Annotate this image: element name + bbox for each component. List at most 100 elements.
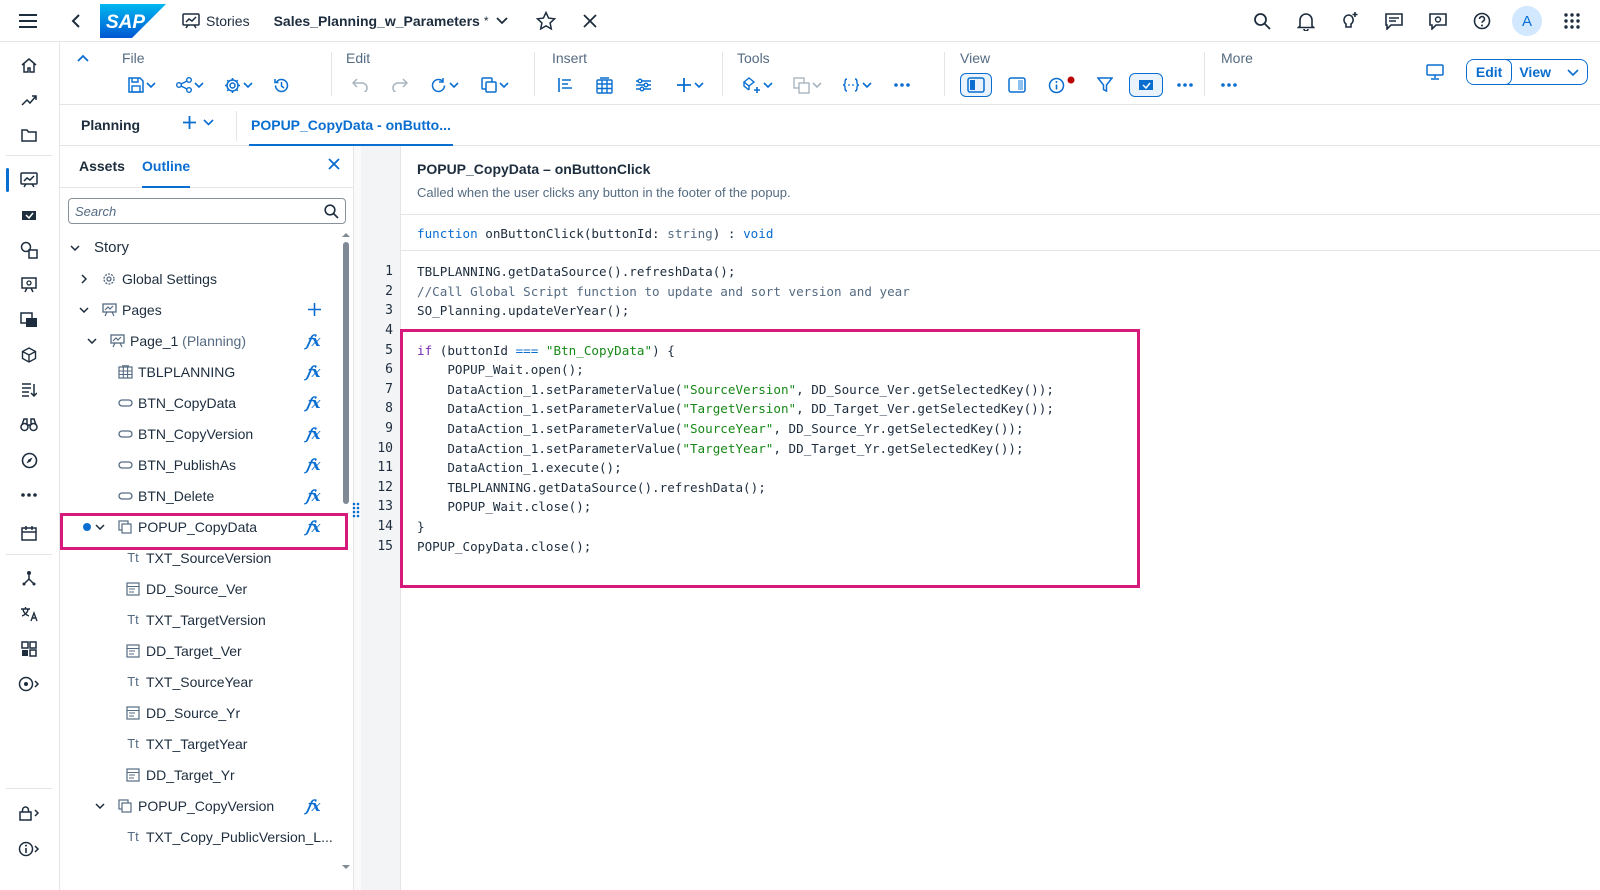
tree-node-btn-copydata[interactable]: BTN_CopyData 𝑓x bbox=[60, 387, 340, 418]
tree-node-dd-source-yr[interactable]: DD_Source_Yr bbox=[60, 697, 340, 728]
fx-icon[interactable]: 𝑓x bbox=[306, 797, 321, 815]
digital-boardroom-icon[interactable] bbox=[0, 269, 58, 301]
chevron-down-icon[interactable] bbox=[68, 241, 82, 255]
system-icon[interactable] bbox=[0, 668, 58, 700]
scrollbar-thumb[interactable] bbox=[343, 242, 349, 504]
data-actions-icon[interactable] bbox=[0, 374, 58, 406]
tree-node-btn-publishas[interactable]: BTN_PublishAs 𝑓x bbox=[60, 449, 340, 480]
tree-node-pages[interactable]: Pages bbox=[60, 294, 340, 325]
tree-node-txt-targetversion[interactable]: Tt TXT_TargetVersion bbox=[60, 604, 340, 635]
script-variable-button[interactable] bbox=[836, 72, 878, 98]
stories-link[interactable]: Stories bbox=[182, 13, 250, 29]
collapse-toolbar-icon[interactable] bbox=[77, 54, 89, 62]
view-overflow-button[interactable] bbox=[1171, 72, 1199, 98]
favorite-star-icon[interactable] bbox=[526, 1, 566, 41]
tree-node-txt-sourceyear[interactable]: Tt TXT_SourceYear bbox=[60, 666, 340, 697]
refresh-button[interactable] bbox=[424, 72, 465, 98]
folder-icon[interactable] bbox=[0, 119, 58, 151]
save-button[interactable] bbox=[122, 72, 162, 98]
chevron-right-icon[interactable] bbox=[77, 272, 91, 286]
drag-handle-icon[interactable] bbox=[352, 502, 360, 518]
fx-icon[interactable]: 𝑓x bbox=[306, 394, 321, 412]
tools-add-button[interactable] bbox=[737, 72, 779, 98]
data-analyzer-icon[interactable] bbox=[0, 234, 58, 266]
tree-node-dd-target-yr[interactable]: DD_Target_Yr bbox=[60, 759, 340, 790]
security-icon[interactable] bbox=[0, 797, 58, 829]
more-icon[interactable] bbox=[0, 479, 58, 511]
bell-icon[interactable] bbox=[1286, 1, 1326, 41]
discussions-icon[interactable] bbox=[1374, 1, 1414, 41]
search-icon[interactable] bbox=[1242, 1, 1282, 41]
trend-icon[interactable] bbox=[0, 84, 58, 116]
tab-planning[interactable]: Planning bbox=[81, 117, 140, 133]
share-button[interactable] bbox=[170, 72, 210, 98]
tree-node-btn-copyversion[interactable]: BTN_CopyVersion 𝑓x bbox=[60, 418, 340, 449]
preview-toggle[interactable] bbox=[1129, 73, 1163, 97]
analytic-app-icon[interactable] bbox=[0, 199, 58, 231]
menu-icon[interactable] bbox=[8, 1, 48, 41]
chevron-down-icon[interactable] bbox=[93, 799, 107, 813]
binoculars-icon[interactable] bbox=[0, 409, 58, 441]
chevron-down-icon[interactable] bbox=[85, 334, 99, 348]
fx-icon[interactable]: 𝑓x bbox=[306, 332, 321, 350]
story-title[interactable]: Sales_Planning_w_Parameters * bbox=[274, 13, 509, 29]
tools-copy-button[interactable] bbox=[787, 72, 828, 98]
right-panel-toggle[interactable] bbox=[1002, 72, 1032, 98]
filter-button[interactable] bbox=[1091, 72, 1119, 98]
history-button[interactable] bbox=[267, 72, 296, 98]
tree-node-txt-copy-publicversion[interactable]: Tt TXT_Copy_PublicVersion_L... bbox=[60, 821, 340, 852]
redo-button[interactable] bbox=[386, 72, 414, 98]
tree-node-tblplanning[interactable]: TBLPLANNING 𝑓x bbox=[60, 356, 340, 387]
close-icon[interactable] bbox=[570, 1, 610, 41]
outline-scrollbar[interactable] bbox=[341, 232, 351, 882]
fx-icon[interactable]: 𝑓x bbox=[306, 456, 321, 474]
sap-logo[interactable]: SAP bbox=[100, 3, 166, 38]
edit-mode-button[interactable]: Edit bbox=[1466, 60, 1513, 84]
splitter[interactable] bbox=[354, 146, 361, 890]
compass-icon[interactable] bbox=[0, 444, 58, 476]
translation-icon[interactable] bbox=[0, 598, 58, 630]
info-icon[interactable] bbox=[0, 833, 58, 865]
avatar[interactable]: A bbox=[1512, 6, 1542, 36]
product-switch-icon[interactable] bbox=[1552, 1, 1592, 41]
tree-node-btn-delete[interactable]: BTN_Delete 𝑓x bbox=[60, 480, 340, 511]
insert-chart-button[interactable] bbox=[552, 72, 580, 98]
tree-node-dd-target-ver[interactable]: DD_Target_Ver bbox=[60, 635, 340, 666]
tab-assets[interactable]: Assets bbox=[79, 158, 125, 174]
tab-script-editor[interactable]: POPUP_CopyData - onButto... bbox=[249, 105, 453, 146]
fx-icon[interactable]: 𝑓x bbox=[306, 425, 321, 443]
modeler-icon[interactable] bbox=[0, 339, 58, 371]
tree-node-global-settings[interactable]: Global Settings bbox=[60, 263, 340, 294]
tree-node-popup-copyversion[interactable]: POPUP_CopyVersion 𝑓x bbox=[60, 790, 340, 821]
add-page-icon[interactable] bbox=[307, 302, 322, 317]
fx-icon[interactable]: 𝑓x bbox=[306, 487, 321, 505]
insert-more-button[interactable] bbox=[670, 72, 710, 98]
chevron-down-icon[interactable] bbox=[77, 303, 91, 317]
tree-node-txt-targetyear[interactable]: Tt TXT_TargetYear bbox=[60, 728, 340, 759]
insert-input-control-button[interactable] bbox=[629, 72, 658, 98]
add-page-button[interactable] bbox=[182, 115, 214, 130]
content-network-icon[interactable] bbox=[0, 633, 58, 665]
left-panel-toggle[interactable] bbox=[960, 73, 992, 97]
search-field[interactable]: Search bbox=[68, 198, 346, 224]
copy-button[interactable] bbox=[475, 72, 515, 98]
tab-outline[interactable]: Outline bbox=[142, 158, 191, 188]
datasets-icon[interactable] bbox=[0, 304, 58, 336]
help-icon[interactable] bbox=[1462, 1, 1502, 41]
close-panel-icon[interactable] bbox=[328, 158, 340, 170]
back-icon[interactable] bbox=[56, 1, 96, 41]
fx-icon[interactable]: 𝑓x bbox=[306, 363, 321, 381]
tree-node-dd-source-ver[interactable]: DD_Source_Ver bbox=[60, 573, 340, 604]
tree-node-story[interactable]: Story bbox=[60, 232, 340, 263]
network-icon[interactable] bbox=[0, 562, 58, 594]
stories-nav-icon[interactable] bbox=[0, 164, 58, 196]
calendar-icon[interactable] bbox=[0, 517, 58, 549]
details-button[interactable] bbox=[1042, 72, 1081, 98]
present-button[interactable] bbox=[1426, 64, 1444, 80]
settings-button[interactable] bbox=[218, 72, 259, 98]
feedback-icon[interactable] bbox=[1418, 1, 1458, 41]
home-icon[interactable] bbox=[0, 49, 58, 81]
view-mode-button[interactable]: View bbox=[1511, 60, 1587, 84]
tree-node-page-1[interactable]: Page_1 (Planning) 𝑓x bbox=[60, 325, 340, 356]
tools-overflow-button[interactable] bbox=[888, 72, 916, 98]
